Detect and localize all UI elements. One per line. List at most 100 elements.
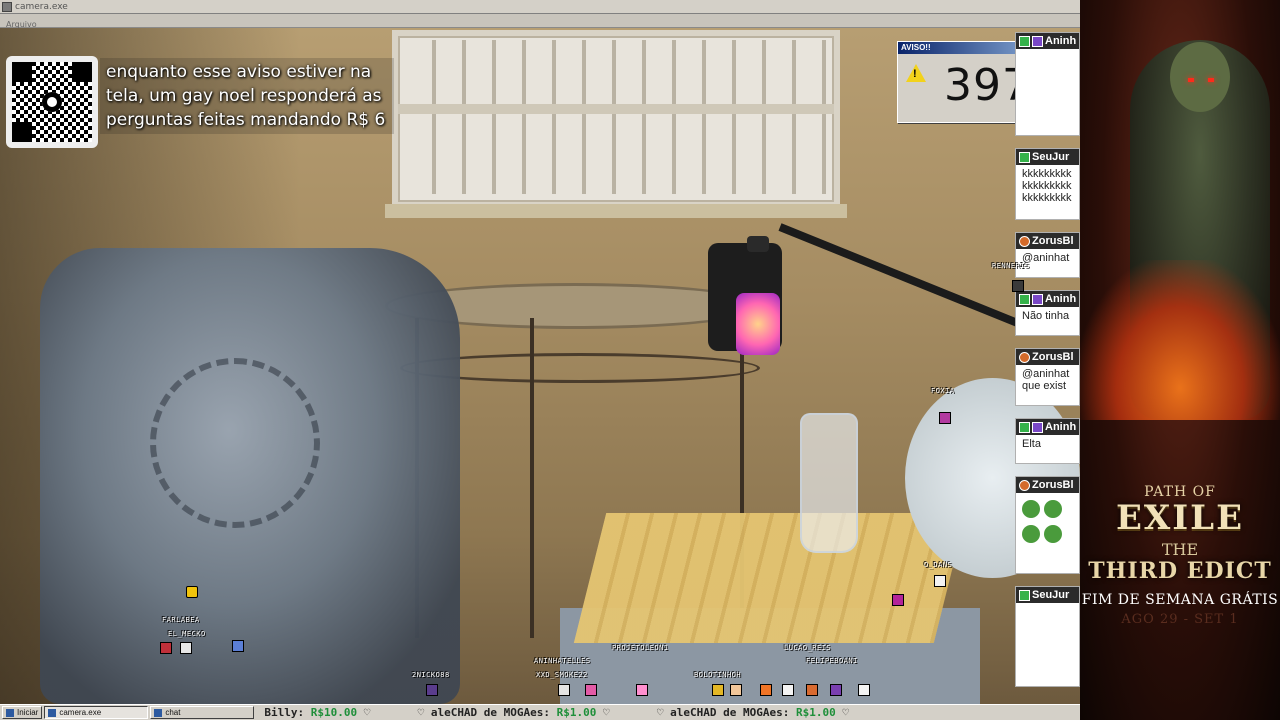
- ad-logo-the: THE: [1161, 540, 1199, 559]
- donation-ticker: Billy: R$10.00 ♡ ♡ aleCHAD de MOGAes: R$…: [264, 706, 849, 719]
- avatar-label: FOXIA: [931, 387, 955, 395]
- chat-username[interactable]: ZorusBl: [1032, 235, 1074, 247]
- chat-text: Não tinha: [1022, 310, 1070, 322]
- avatar-label: XXD_SMOKE22: [536, 671, 588, 679]
- avatar-label: 2NICKO88: [412, 671, 450, 679]
- fox-badge-icon: [1019, 235, 1030, 247]
- donor-name: ♡ aleCHAD de MOGAes:: [417, 706, 551, 719]
- ad-character-head: [1170, 42, 1230, 112]
- chat-username[interactable]: ZorusBl: [1032, 479, 1074, 491]
- avatar-sprite[interactable]: [585, 684, 597, 696]
- heart-icon: ♡: [842, 706, 849, 719]
- notice-line: perguntas feitas mandando R$ 6: [106, 110, 386, 130]
- advertisement-panel[interactable]: PATH OF EXILE THE THIRD EDICT FIM DE SEM…: [1080, 0, 1280, 720]
- avatar-label: PROJETOLEON1: [612, 644, 669, 652]
- chat-username[interactable]: Aninh: [1045, 421, 1076, 433]
- pepe-emote-icon: [1044, 500, 1062, 518]
- moderator-badge-icon: [1019, 35, 1030, 47]
- chat-app-icon: [154, 708, 163, 717]
- avatar-sprite[interactable]: [180, 642, 192, 654]
- avatar-sprite[interactable]: [426, 684, 438, 696]
- mic-arm: [778, 223, 1023, 329]
- windows-icon: [6, 708, 14, 717]
- chair-sun-pattern: [150, 358, 320, 528]
- moderator-badge-icon: [1019, 421, 1030, 433]
- ad-logo-main: EXILE: [1115, 498, 1245, 538]
- pepe-emote-icon: [1044, 525, 1062, 543]
- window-title: camera.exe: [15, 1, 68, 12]
- chat-text: @aninhat que exist: [1022, 368, 1070, 392]
- avatar-label: LUCAO_REIS: [784, 644, 832, 652]
- avatar-label: O_DANS: [924, 561, 953, 569]
- avatar-label: EL_MECKO: [168, 630, 206, 638]
- room-window: [392, 30, 840, 208]
- donation-amount: R$1.00: [795, 706, 836, 719]
- start-label: Iniciar: [17, 708, 39, 717]
- ad-dates: AGO 29 - SET 1: [1121, 612, 1239, 627]
- avatar-sprite[interactable]: [806, 684, 818, 696]
- avatar-sprite[interactable]: [232, 640, 244, 652]
- moderator-badge-icon: [1019, 589, 1030, 601]
- fox-badge-icon: [1019, 351, 1030, 363]
- avatar-sprite[interactable]: [160, 642, 172, 654]
- chat-message: ZorusBl @aninhat: [1015, 232, 1080, 278]
- start-button[interactable]: Iniciar: [2, 706, 43, 719]
- taskbar-item-camera[interactable]: camera.exe: [44, 706, 149, 719]
- avatar-sprite[interactable]: [858, 684, 870, 696]
- donation-amount: R$1.00: [556, 706, 597, 719]
- chat-username[interactable]: Aninh: [1045, 293, 1076, 305]
- ad-fire-glow: [1080, 260, 1280, 420]
- table-leg: [530, 318, 534, 638]
- ad-offer: FIM DE SEMANA GRÁTIS: [1081, 592, 1279, 608]
- donation-amount: R$10.00: [310, 706, 358, 719]
- subscriber-badge-icon: [1032, 35, 1043, 47]
- camera-app-icon: [48, 708, 57, 717]
- avatar-sprite[interactable]: [782, 684, 794, 696]
- heart-icon: ♡: [603, 706, 610, 719]
- avatar-sprite[interactable]: [760, 684, 772, 696]
- chat-emotes: [1016, 493, 1079, 549]
- avatar-sprite[interactable]: [830, 684, 842, 696]
- avatar-label: FARLABEA: [162, 616, 200, 624]
- chat-message: Aninh: [1015, 32, 1080, 136]
- microphone-light: [736, 293, 780, 355]
- taskbar-item-chat[interactable]: chat: [150, 706, 255, 719]
- chat-column[interactable]: Aninh SeuJur kkkkkkkkk kkkkkkkkk kkkkkkk…: [1015, 32, 1080, 687]
- chat-username[interactable]: SeuJur: [1032, 589, 1069, 601]
- microphone-top: [747, 236, 769, 252]
- avatar-label: RENNERIS: [992, 262, 1030, 270]
- avatar-sprite[interactable]: [730, 684, 742, 696]
- chat-username[interactable]: SeuJur: [1032, 151, 1069, 163]
- notice-line: enquanto esse aviso estiver na: [106, 62, 372, 82]
- avatar-sprite[interactable]: [939, 412, 951, 424]
- ad-logo-subtitle: THIRD EDICT: [1088, 558, 1272, 584]
- window-titlebar[interactable]: camera.exe: [0, 0, 1080, 14]
- chat-text: kkkkkkkkk kkkkkkkkk kkkkkkkkk: [1022, 168, 1072, 204]
- star-icon: [186, 586, 198, 598]
- chat-username[interactable]: Aninh: [1045, 35, 1076, 47]
- warning-icon: !: [906, 64, 926, 82]
- fox-badge-icon: [1019, 479, 1030, 491]
- avatar-sprite[interactable]: [934, 575, 946, 587]
- qr-code[interactable]: [12, 62, 92, 142]
- chat-message: ZorusBl @aninhat que exist: [1015, 348, 1080, 406]
- table-cloth: [573, 513, 967, 643]
- window-crossbar: [398, 104, 834, 114]
- qr-code-panel[interactable]: [6, 56, 98, 148]
- donor-name: ♡ aleCHAD de MOGAes:: [656, 706, 790, 719]
- taskbar-item-label: chat: [165, 708, 181, 717]
- pepe-emote-icon: [1022, 500, 1040, 518]
- ad-eye: [1208, 78, 1214, 82]
- avatar-sprite[interactable]: [558, 684, 570, 696]
- avatar-label: ANINHATELLES: [534, 657, 591, 665]
- chat-message: SeuJur kkkkkkkkk kkkkkkkkk kkkkkkkkk: [1015, 148, 1080, 220]
- chat-text: Elta: [1022, 438, 1041, 450]
- avatar-sprite[interactable]: [892, 594, 904, 606]
- chat-message: SeuJur: [1015, 586, 1080, 687]
- chat-message: Aninh Não tinha: [1015, 290, 1080, 336]
- avatar-sprite[interactable]: [712, 684, 724, 696]
- chat-username[interactable]: ZorusBl: [1032, 351, 1074, 363]
- avatar-sprite[interactable]: [636, 684, 648, 696]
- stream-screen: camera.exe Arquivo enquanto esse aviso e…: [0, 0, 1280, 720]
- avatar-sprite[interactable]: [1012, 280, 1024, 292]
